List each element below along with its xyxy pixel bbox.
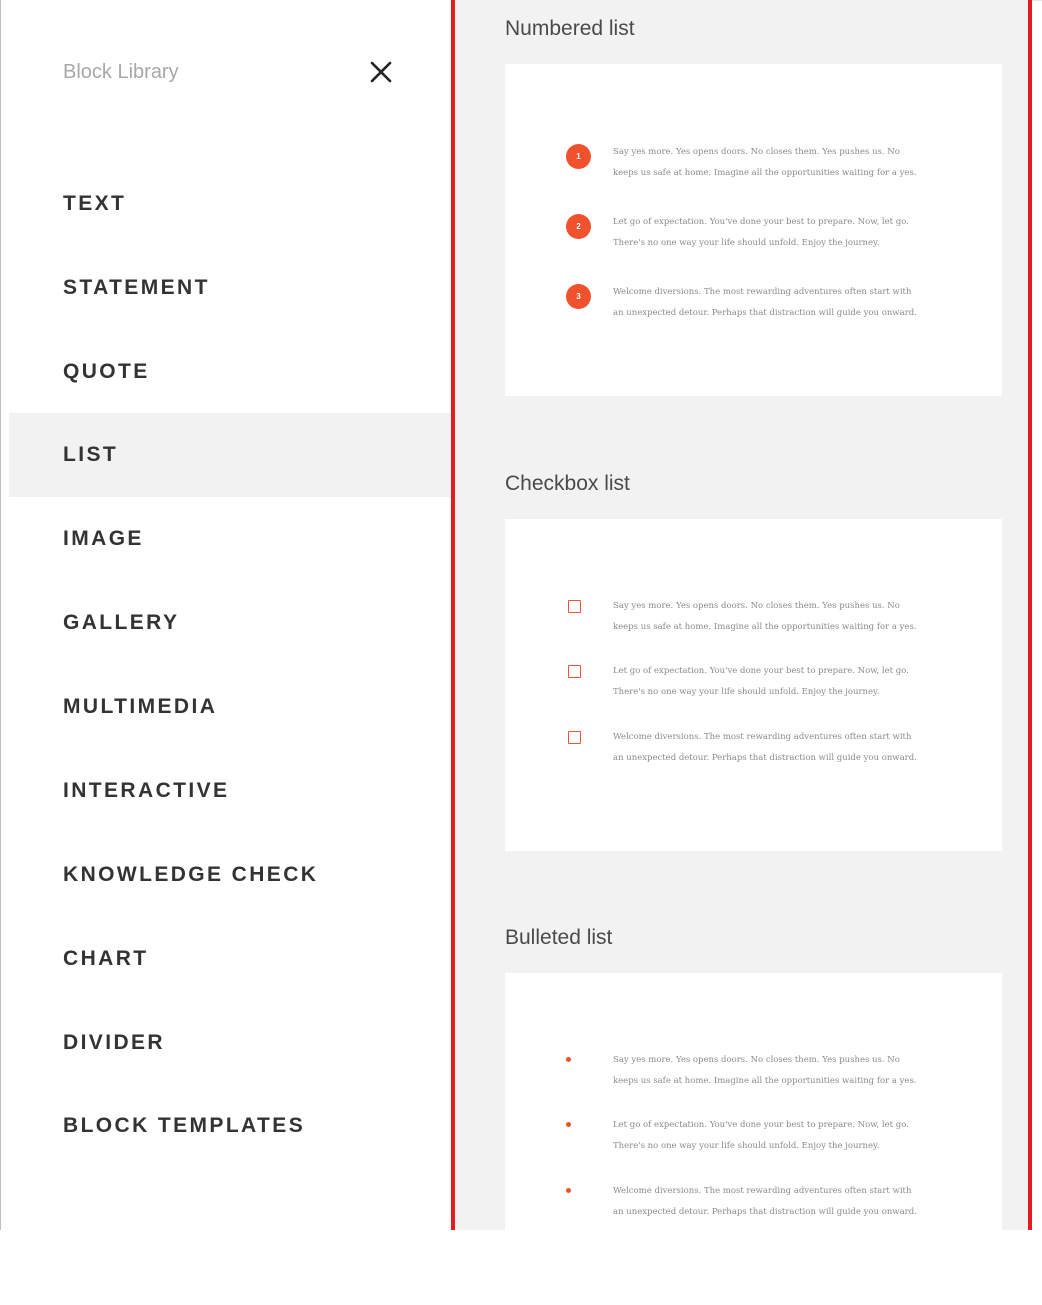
bulleted-list-title: Bulleted list xyxy=(505,926,613,949)
list-item-text: Say yes more. Yes opens doors. No closes… xyxy=(613,601,917,632)
list-item-text: Welcome diversions. The most rewarding a… xyxy=(613,1186,917,1217)
bullet-icon xyxy=(566,1122,571,1127)
sidebar-item-knowledge-check[interactable]: KNOWLEDGE CHECK xyxy=(9,833,452,917)
checkbox-icon xyxy=(568,600,581,613)
sidebar-item-label: LIST xyxy=(63,443,119,466)
checkbox-list-title: Checkbox list xyxy=(505,472,630,495)
close-icon xyxy=(370,61,392,83)
sidebar-item-interactive[interactable]: INTERACTIVE xyxy=(9,749,452,833)
sidebar-item-multimedia[interactable]: MULTIMEDIA xyxy=(9,665,452,749)
sidebar-item-quote[interactable]: QUOTE xyxy=(9,330,452,414)
sidebar-item-label: IMAGE xyxy=(63,527,144,550)
list-item-text: Let go of expectation. You've done your … xyxy=(613,217,909,248)
number-marker: 1 xyxy=(566,144,591,169)
list-item-text: Say yes more. Yes opens doors. No closes… xyxy=(613,147,917,178)
list-item: 3 Welcome diversions. The most rewarding… xyxy=(505,282,1002,322)
bullet-icon xyxy=(566,1057,571,1062)
sidebar-item-gallery[interactable]: GALLERY xyxy=(9,581,452,665)
list-item: Let go of expectation. You've done your … xyxy=(505,661,1002,701)
bullet-icon xyxy=(566,1188,571,1193)
checkbox-icon xyxy=(568,665,581,678)
list-item: 2 Let go of expectation. You've done you… xyxy=(505,212,1002,252)
sidebar-item-statement[interactable]: STATEMENT xyxy=(9,246,452,330)
sidebar-item-label: DIVIDER xyxy=(63,1031,165,1054)
sidebar-item-chart[interactable]: CHART xyxy=(9,917,452,1001)
close-button[interactable] xyxy=(367,58,395,86)
sidebar-item-label: GALLERY xyxy=(63,611,180,634)
sidebar-title: Block Library xyxy=(63,61,179,83)
list-item: Welcome diversions. The most rewarding a… xyxy=(505,727,1002,767)
list-item: Welcome diversions. The most rewarding a… xyxy=(505,1181,1002,1221)
list-item: Say yes more. Yes opens doors. No closes… xyxy=(505,596,1002,636)
sidebar-item-label: INTERACTIVE xyxy=(63,779,230,802)
list-item-text: Say yes more. Yes opens doors. No closes… xyxy=(613,1055,917,1086)
preview-highlight-right-border xyxy=(1028,0,1032,1230)
checkbox-icon xyxy=(568,731,581,744)
block-library-sidebar: Block Library TEXT STATEMENT QUOTE LIST … xyxy=(0,0,452,1230)
preview-highlight-left-border xyxy=(451,0,455,1230)
sidebar-item-label: QUOTE xyxy=(63,360,150,383)
sidebar-item-list[interactable]: LIST xyxy=(9,413,452,497)
numbered-list-title: Numbered list xyxy=(505,17,635,40)
list-item-text: Let go of expectation. You've done your … xyxy=(613,666,909,697)
numbered-list-block[interactable]: 1 Say yes more. Yes opens doors. No clos… xyxy=(505,64,1002,396)
sidebar-item-label: KNOWLEDGE CHECK xyxy=(63,863,319,886)
sidebar-item-label: STATEMENT xyxy=(63,276,210,299)
sidebar-item-image[interactable]: IMAGE xyxy=(9,497,452,581)
sidebar-item-block-templates[interactable]: BLOCK TEMPLATES xyxy=(9,1084,452,1168)
list-item-text: Welcome diversions. The most rewarding a… xyxy=(613,732,917,763)
sidebar-item-divider[interactable]: DIVIDER xyxy=(9,1001,452,1085)
list-item-text: Let go of expectation. You've done your … xyxy=(613,1120,909,1151)
sidebar-item-label: TEXT xyxy=(63,192,127,215)
list-item: Let go of expectation. You've done your … xyxy=(505,1115,1002,1155)
list-item: Say yes more. Yes opens doors. No closes… xyxy=(505,1050,1002,1090)
number-marker: 3 xyxy=(566,284,591,309)
bulleted-list-block[interactable]: Say yes more. Yes opens doors. No closes… xyxy=(505,973,1002,1305)
list-item: 1 Say yes more. Yes opens doors. No clos… xyxy=(505,142,1002,182)
number-marker: 2 xyxy=(566,214,591,239)
sidebar-item-text[interactable]: TEXT xyxy=(9,162,452,246)
list-preview-panel: Numbered list 1 Say yes more. Yes opens … xyxy=(455,0,1028,1305)
sidebar-item-label: MULTIMEDIA xyxy=(63,695,218,718)
checkbox-list-block[interactable]: Say yes more. Yes opens doors. No closes… xyxy=(505,519,1002,851)
sidebar-item-label: BLOCK TEMPLATES xyxy=(63,1114,306,1137)
sidebar-item-label: CHART xyxy=(63,947,149,970)
list-item-text: Welcome diversions. The most rewarding a… xyxy=(613,287,917,318)
